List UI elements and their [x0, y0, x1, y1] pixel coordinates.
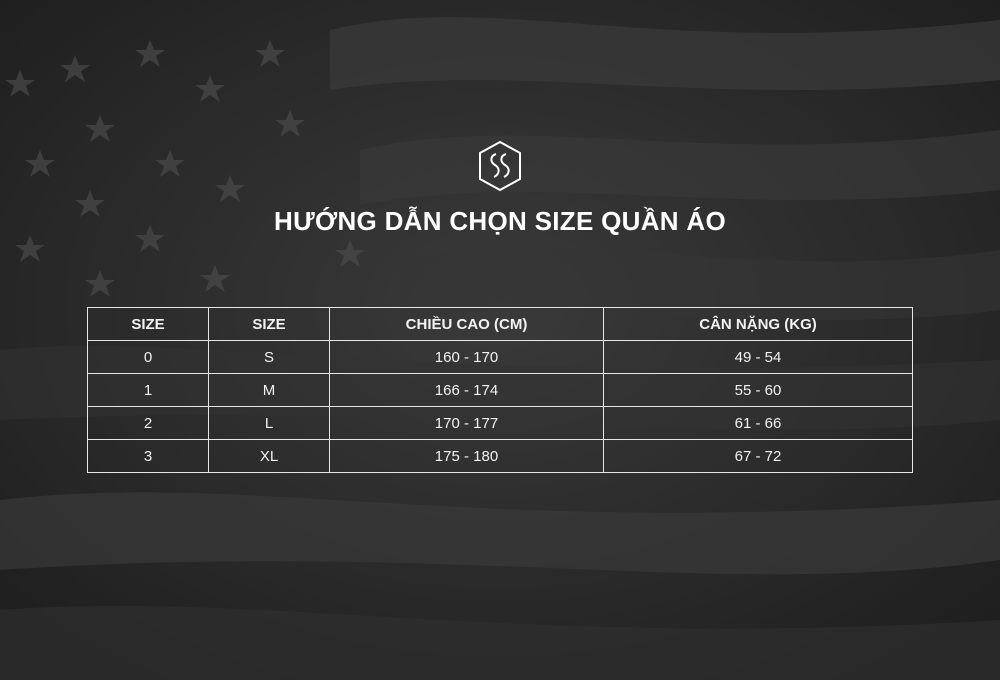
ss-shield-logo-icon: [479, 140, 521, 192]
header-height: CHIỀU CAO (CM): [329, 307, 604, 341]
cell-size-number: 3: [87, 439, 209, 473]
cell-size-number: 2: [87, 406, 209, 440]
cell-size-letter: L: [208, 406, 330, 440]
table-row: 3 XL 175 - 180 67 - 72: [87, 439, 913, 473]
cell-height: 170 - 177: [329, 406, 604, 440]
cell-weight: 67 - 72: [603, 439, 913, 473]
header-size-number: SIZE: [87, 307, 209, 341]
table-row: 1 M 166 - 174 55 - 60: [87, 373, 913, 407]
cell-height: 175 - 180: [329, 439, 604, 473]
page-title: HƯỚNG DẪN CHỌN SIZE QUẦN ÁO: [274, 206, 726, 236]
header-weight: CÂN NẶNG (KG): [603, 307, 913, 341]
cell-height: 166 - 174: [329, 373, 604, 407]
cell-size-letter: S: [208, 340, 330, 374]
cell-size-letter: XL: [208, 439, 330, 473]
header-size-letter: SIZE: [208, 307, 330, 341]
cell-weight: 55 - 60: [603, 373, 913, 407]
table-header-row: SIZE SIZE CHIỀU CAO (CM) CÂN NẶNG (KG): [87, 307, 913, 341]
cell-height: 160 - 170: [329, 340, 604, 374]
cell-size-letter: M: [208, 373, 330, 407]
cell-weight: 49 - 54: [603, 340, 913, 374]
table-row: 2 L 170 - 177 61 - 66: [87, 406, 913, 440]
table-row: 0 S 160 - 170 49 - 54: [87, 340, 913, 374]
cell-size-number: 1: [87, 373, 209, 407]
cell-size-number: 0: [87, 340, 209, 374]
cell-weight: 61 - 66: [603, 406, 913, 440]
size-table: SIZE SIZE CHIỀU CAO (CM) CÂN NẶNG (KG) 0…: [87, 307, 913, 473]
